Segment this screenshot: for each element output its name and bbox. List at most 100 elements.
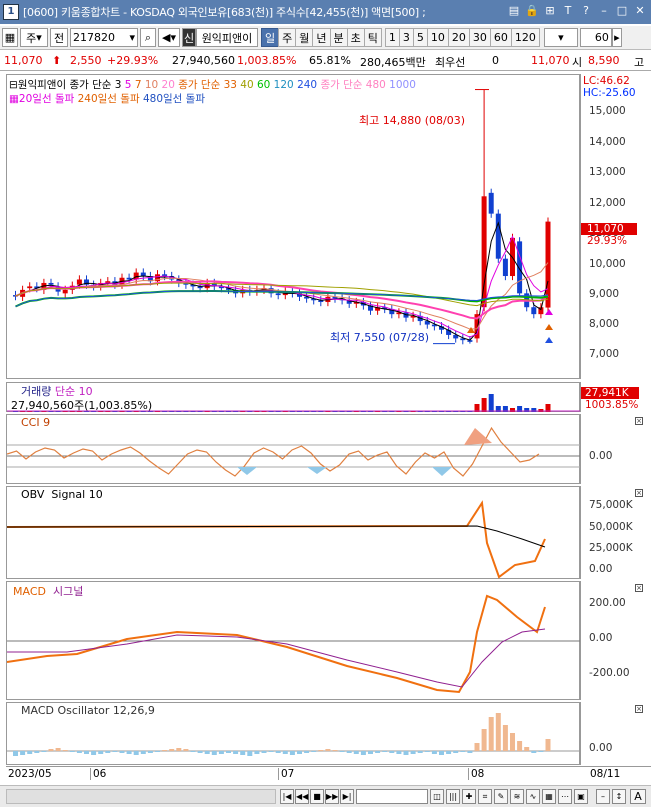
period-tab-6[interactable]: 틱 (363, 28, 382, 47)
interval-tab-20[interactable]: 20 (447, 28, 470, 47)
interval-tab-3[interactable]: 3 (398, 28, 414, 47)
candle-body-7 (62, 289, 68, 294)
period-tab-1[interactable]: 주 (278, 28, 297, 47)
interval-tab-60[interactable]: 60 (489, 28, 512, 47)
x-label-start: 2023/05 (8, 768, 52, 780)
period-type-select[interactable]: 주 ▾ (20, 28, 48, 47)
period-tab-2[interactable]: 월 (295, 28, 314, 47)
interval-tab-30[interactable]: 30 (468, 28, 491, 47)
first-icon[interactable]: |◀ (280, 789, 294, 804)
layout-icon[interactable]: ▦ (542, 789, 556, 804)
legend-item-12: 1000 (389, 79, 416, 91)
pin-icon[interactable]: ⊞ (542, 3, 558, 19)
oscillator-panel[interactable]: MACD Oscillator 12,26,9 (6, 702, 581, 765)
volume-last-pct: 1003.85% (585, 399, 639, 411)
grid-icon[interactable]: ▦ (2, 28, 18, 47)
price-chart[interactable] (7, 75, 581, 380)
osc-bar-11 (91, 751, 97, 755)
minimize-icon[interactable]: – (596, 3, 612, 19)
osc-bar-41 (304, 751, 310, 753)
count-input[interactable]: 60 (579, 28, 612, 47)
osc-bar-37 (275, 751, 281, 753)
interval-tab-5[interactable]: 5 (412, 28, 428, 47)
window-layout-icon[interactable]: ▤ (506, 3, 522, 19)
legend-item-2: 5 (124, 79, 135, 91)
cci-chart[interactable] (6, 415, 581, 485)
period-tab-3[interactable]: 년 (312, 28, 331, 47)
osc-bar-22 (169, 749, 175, 751)
count-stepper[interactable]: ▸ (611, 28, 622, 47)
macd-panel[interactable]: MACD 시그널 (6, 581, 581, 701)
macd-chart[interactable] (6, 582, 581, 701)
help-icon[interactable]: ? (578, 3, 594, 19)
oscillator-close-icon[interactable]: × (635, 705, 643, 713)
cci-close-icon[interactable]: × (635, 417, 643, 425)
compare-icon[interactable]: ≋ (510, 789, 524, 804)
horizontal-scrollbar[interactable] (6, 789, 276, 804)
interval-tab-120[interactable]: 120 (510, 28, 540, 47)
close-icon[interactable]: ✕ (632, 3, 648, 19)
drawing-icon[interactable]: ✎ (494, 789, 508, 804)
current-price: 11,070 (4, 54, 43, 67)
obv-close-icon[interactable]: × (635, 489, 643, 497)
price-change: 2,550 (70, 54, 102, 67)
grid-toggle-icon[interactable]: ⋯ (558, 789, 572, 804)
price-tick-0: 15,000 (589, 105, 626, 117)
zoom-slider[interactable] (356, 789, 428, 804)
osc-bar-13 (105, 751, 111, 753)
candle-body-18 (140, 272, 146, 277)
maximize-icon[interactable]: □ (614, 3, 630, 19)
search-icon[interactable]: ⌕ (140, 28, 156, 47)
zoom-out-icon[interactable]: ◫ (430, 789, 444, 804)
obv-signal-line (6, 525, 546, 548)
lock-icon[interactable]: 🔒 (524, 3, 540, 19)
osc-bar-16 (126, 751, 132, 754)
candle-body-67 (488, 192, 494, 214)
price-info-row: 11,070 ⬆ 2,550 +29.93% 27,940,560 1,003.… (0, 52, 651, 71)
bar-width-icon[interactable]: ||| (446, 789, 460, 804)
osc-bar-32 (240, 751, 246, 755)
next-icon[interactable]: ▶▶ (325, 789, 339, 804)
candle-body-2 (27, 286, 33, 289)
trade-amount: 280,465백만 (360, 56, 426, 69)
obv-panel[interactable]: OBV Signal 10 (6, 486, 580, 579)
stop-icon[interactable]: ■ (310, 789, 324, 804)
period-tab-5[interactable]: 초 (346, 28, 365, 47)
sound-icon[interactable]: ◀▾ (158, 28, 180, 47)
osc-bar-26 (197, 751, 203, 753)
prev-button[interactable]: 전 (50, 28, 68, 47)
osc-bar-8 (69, 751, 75, 752)
volume-panel[interactable]: 거래량 단순 10 27,940,560주(1,003.85%) (6, 382, 581, 412)
text-icon[interactable]: T (560, 3, 576, 19)
prev-icon[interactable]: ◀◀ (295, 789, 309, 804)
period-tab-0[interactable]: 일 (261, 28, 280, 47)
macd-close-icon[interactable]: × (635, 584, 643, 592)
interval-tab-1[interactable]: 1 (384, 28, 400, 47)
chevron-down-icon[interactable]: ▾ (129, 31, 135, 44)
window-title: [0600] 키움종합차트 - KOSDAQ 외국인보유[683(천)] 주식수… (23, 6, 426, 19)
turnover: 65.81% (309, 54, 351, 67)
volume-ratio: 1,003.85% (237, 54, 297, 67)
osc-bar-14 (112, 751, 118, 752)
zoom-plus-icon[interactable]: A (630, 789, 646, 804)
up-arrow-icon: ⬆ (52, 54, 62, 67)
osc-bar-56 (410, 751, 416, 754)
indicator-icon[interactable]: ∿ (526, 789, 540, 804)
osc-bar-2 (27, 751, 33, 754)
last-icon[interactable]: ▶| (340, 789, 354, 804)
osc-bar-71 (517, 741, 523, 751)
save-icon[interactable]: ▣ (574, 789, 588, 804)
osc-bar-34 (254, 751, 260, 754)
stock-code-input[interactable]: 217820 ▾ (70, 28, 138, 47)
crosshair-icon[interactable]: ✚ (462, 789, 476, 804)
price-panel[interactable]: ⊟원익피앤이 종가 단순 3 5 7 10 20 종가 단순 33 40 60 … (6, 74, 580, 379)
period-tab-4[interactable]: 분 (329, 28, 348, 47)
cci-axis: 0.00 × (580, 414, 651, 484)
interval-tab-10[interactable]: 10 (426, 28, 449, 47)
osc-bar-31 (233, 751, 239, 754)
chart-settings-select[interactable]: ▾ (543, 28, 578, 47)
cci-panel[interactable]: CCI 9 × (6, 414, 643, 485)
chart-type-icon[interactable]: ⌗ (478, 789, 492, 804)
zoom-reset-icon[interactable]: ↕ (612, 789, 626, 804)
zoom-minus-icon[interactable]: – (596, 789, 610, 804)
